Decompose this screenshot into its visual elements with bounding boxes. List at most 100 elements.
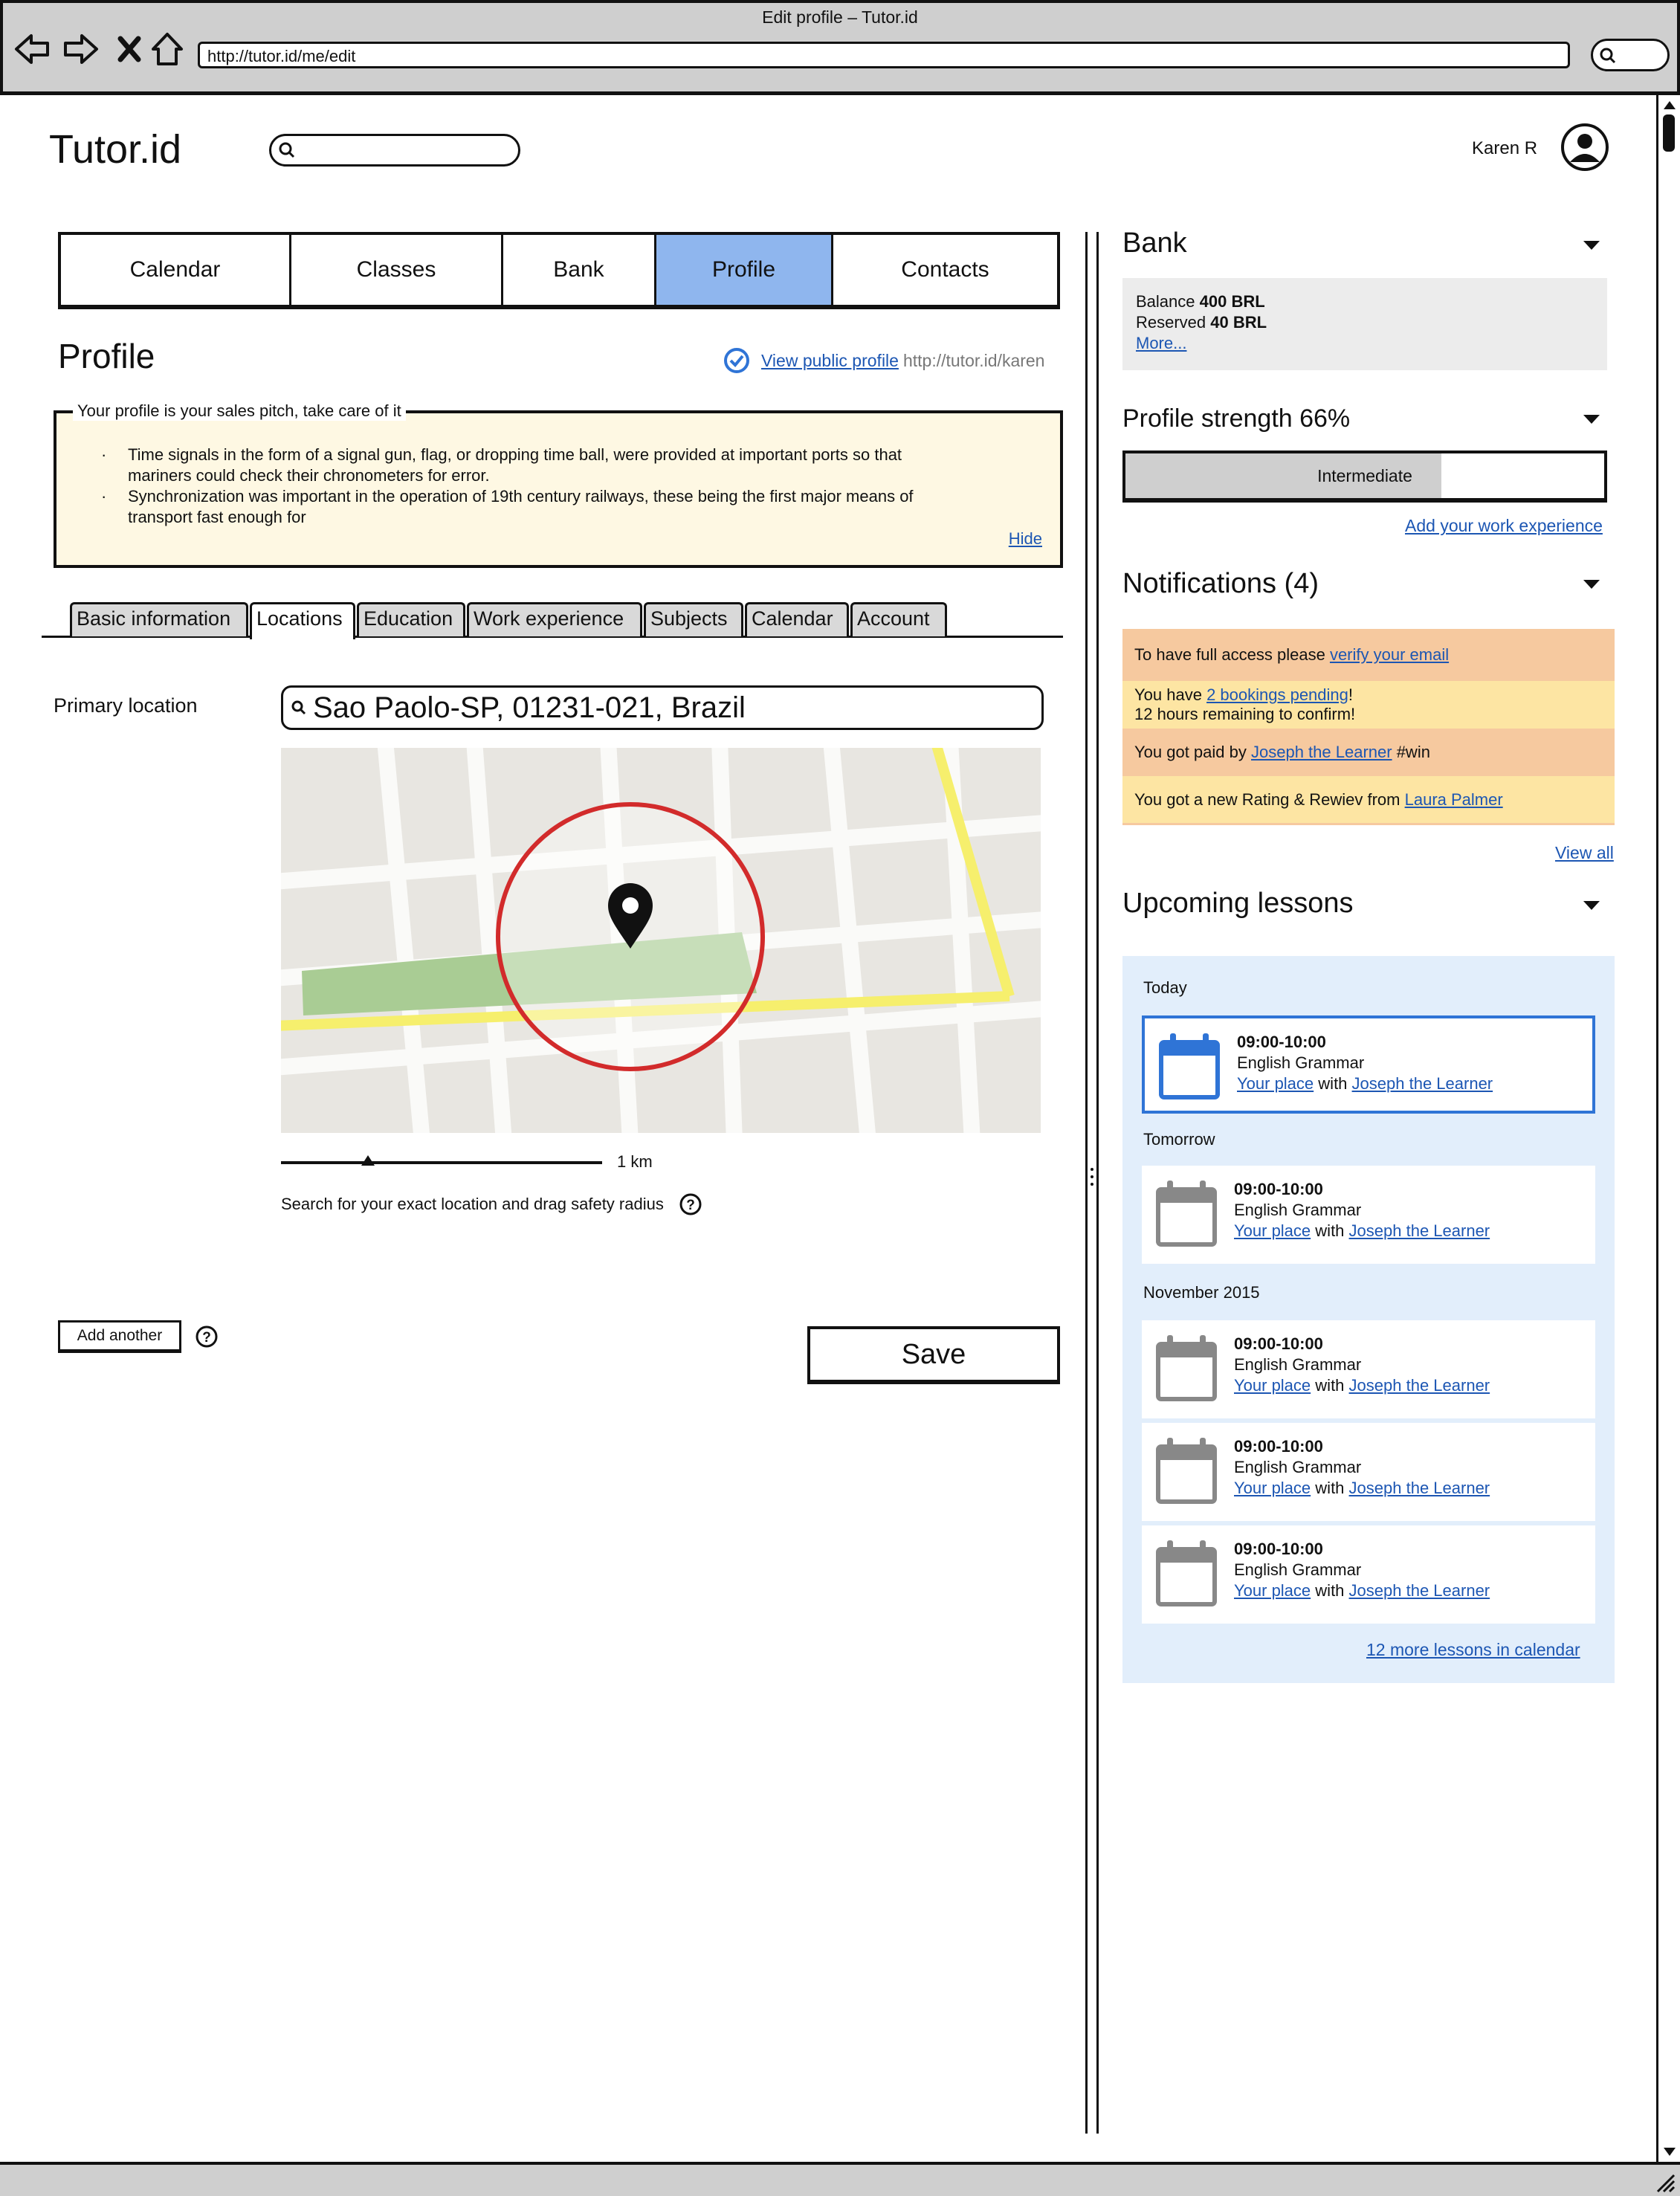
verify-email-link[interactable]: verify your email xyxy=(1330,645,1449,664)
scroll-thumb[interactable] xyxy=(1663,114,1675,152)
stop-icon[interactable] xyxy=(112,30,149,68)
search-icon xyxy=(291,700,306,715)
tip-item: Time signals in the form of a signal gun… xyxy=(101,445,949,486)
lesson-card[interactable]: 09:00-10:00 English Grammar Your place w… xyxy=(1142,1166,1595,1264)
lesson-student-link[interactable]: Joseph the Learner xyxy=(1349,1221,1490,1240)
view-public-profile-link[interactable]: View public profile xyxy=(761,351,899,371)
chevron-down-icon[interactable] xyxy=(1582,239,1601,251)
panel-splitter[interactable] xyxy=(1085,232,1099,2134)
sub-tab-account[interactable]: Account xyxy=(850,602,947,636)
bank-summary: Balance 400 BRL Reserved 40 BRL More... xyxy=(1122,278,1607,370)
primary-location-label: Primary location xyxy=(54,694,198,717)
balance-value: 400 BRL xyxy=(1199,292,1265,311)
notification-text: To have full access please xyxy=(1134,645,1330,664)
lesson-card[interactable]: 09:00-10:00 English Grammar Your place w… xyxy=(1142,1423,1595,1521)
user-name[interactable]: Karen R xyxy=(1472,138,1537,159)
notification-item: To have full access please verify your e… xyxy=(1122,629,1615,681)
svg-text:?: ? xyxy=(202,1330,211,1346)
scroll-up-icon[interactable] xyxy=(1661,98,1678,112)
resize-grip-icon[interactable] xyxy=(1655,2168,1677,2195)
profile-strength-heading: Profile strength 66% xyxy=(1122,404,1351,433)
app-logo[interactable]: Tutor.id xyxy=(49,126,181,172)
notification-text: You have xyxy=(1134,685,1207,704)
lesson-place-link[interactable]: Your place xyxy=(1234,1376,1311,1395)
sub-tab-basic-information[interactable]: Basic information xyxy=(70,602,248,636)
add-another-button[interactable]: Add another xyxy=(58,1320,181,1353)
location-search-input[interactable]: Sao Paolo-SP, 01231-021, Brazil xyxy=(281,685,1044,730)
lesson-place-link[interactable]: Your place xyxy=(1234,1581,1311,1600)
more-lessons-link[interactable]: 12 more lessons in calendar xyxy=(1366,1640,1580,1660)
sub-tab-locations[interactable]: Locations xyxy=(250,602,355,639)
payer-link[interactable]: Joseph the Learner xyxy=(1251,743,1392,761)
scroll-down-icon[interactable] xyxy=(1661,2145,1678,2159)
location-map[interactable] xyxy=(281,748,1041,1133)
lesson-with: with xyxy=(1315,1581,1345,1600)
vertical-scrollbar[interactable] xyxy=(1656,95,1680,2163)
view-all-notifications-link[interactable]: View all xyxy=(1555,843,1614,863)
nav-tab-calendar[interactable]: Calendar xyxy=(61,235,291,305)
check-circle-icon xyxy=(724,348,749,373)
drag-handle-icon[interactable] xyxy=(1089,1166,1095,1188)
nav-tab-classes[interactable]: Classes xyxy=(291,235,503,305)
lesson-subject: English Grammar xyxy=(1234,1201,1362,1219)
bank-heading: Bank xyxy=(1122,227,1187,259)
save-button[interactable]: Save xyxy=(807,1326,1060,1384)
bank-more-link[interactable]: More... xyxy=(1136,334,1186,352)
lesson-student-link[interactable]: Joseph the Learner xyxy=(1352,1074,1493,1093)
nav-tab-bank[interactable]: Bank xyxy=(503,235,656,305)
browser-chrome: Edit profile – Tutor.id http://tutor.id/… xyxy=(0,0,1680,95)
map-hint-text: Search for your exact location and drag … xyxy=(281,1195,664,1213)
hide-tips-link[interactable]: Hide xyxy=(1009,529,1042,549)
notification-text: You got a new Rating & Rewiev from xyxy=(1134,789,1405,809)
back-arrow-icon[interactable] xyxy=(13,30,51,68)
lesson-with: with xyxy=(1315,1479,1345,1497)
calendar-icon xyxy=(1156,1181,1217,1247)
map-scale-label: 1 km xyxy=(617,1152,653,1171)
reserved-label: Reserved xyxy=(1136,313,1206,332)
lesson-place-link[interactable]: Your place xyxy=(1234,1221,1311,1240)
tips-legend: Your profile is your sales pitch, take c… xyxy=(73,401,406,421)
lesson-card[interactable]: 09:00-10:00 English Grammar Your place w… xyxy=(1142,1525,1595,1624)
calendar-icon xyxy=(1156,1335,1217,1401)
browser-search-field[interactable] xyxy=(1591,39,1670,71)
add-work-experience-link[interactable]: Add your work experience xyxy=(1405,516,1603,536)
notification-item: You got a new Rating & Rewiev from Laura… xyxy=(1122,776,1615,825)
chevron-down-icon[interactable] xyxy=(1582,578,1601,590)
forward-arrow-icon[interactable] xyxy=(62,30,100,68)
nav-tab-contacts[interactable]: Contacts xyxy=(833,235,1057,305)
help-icon[interactable]: ? xyxy=(679,1192,702,1216)
nav-tab-profile[interactable]: Profile xyxy=(656,235,833,305)
reviewer-link[interactable]: Laura Palmer xyxy=(1405,790,1503,809)
site-search-input[interactable] xyxy=(269,134,520,167)
notification-item: You have 2 bookings pending! 12 hours re… xyxy=(1122,681,1615,729)
lesson-card[interactable]: 09:00-10:00 English Grammar Your place w… xyxy=(1142,1015,1595,1114)
lesson-with: with xyxy=(1318,1074,1348,1093)
sub-tab-education[interactable]: Education xyxy=(357,602,465,636)
page-title: Profile xyxy=(58,337,155,375)
address-bar[interactable]: http://tutor.id/me/edit xyxy=(198,42,1570,68)
lesson-student-link[interactable]: Joseph the Learner xyxy=(1349,1376,1490,1395)
lesson-place-link[interactable]: Your place xyxy=(1234,1479,1311,1497)
bookings-pending-link[interactable]: 2 bookings pending xyxy=(1206,685,1348,704)
sub-tab-subjects[interactable]: Subjects xyxy=(644,602,743,636)
balance-label: Balance xyxy=(1136,292,1195,311)
sub-tab-calendar[interactable]: Calendar xyxy=(745,602,849,636)
calendar-icon xyxy=(1156,1540,1217,1606)
sub-tab-work-experience[interactable]: Work experience xyxy=(467,602,642,636)
lesson-student-link[interactable]: Joseph the Learner xyxy=(1349,1581,1490,1600)
lesson-subject: English Grammar xyxy=(1237,1053,1365,1072)
lesson-card[interactable]: 09:00-10:00 English Grammar Your place w… xyxy=(1142,1320,1595,1418)
help-icon[interactable]: ? xyxy=(195,1325,219,1349)
lesson-place-link[interactable]: Your place xyxy=(1237,1074,1314,1093)
chevron-down-icon[interactable] xyxy=(1582,413,1601,425)
main-navigation: Calendar Classes Bank Profile Contacts xyxy=(58,232,1060,309)
user-avatar-icon[interactable] xyxy=(1560,122,1610,172)
location-value: Sao Paolo-SP, 01231-021, Brazil xyxy=(313,691,746,724)
search-icon xyxy=(279,142,295,158)
reserved-row: Reserved 40 BRL xyxy=(1136,312,1594,333)
home-icon[interactable] xyxy=(149,30,186,68)
lesson-details: 09:00-10:00 English Grammar Your place w… xyxy=(1234,1179,1490,1241)
lesson-student-link[interactable]: Joseph the Learner xyxy=(1349,1479,1490,1497)
notification-text: You got paid by xyxy=(1134,743,1251,761)
chevron-down-icon[interactable] xyxy=(1582,900,1601,911)
